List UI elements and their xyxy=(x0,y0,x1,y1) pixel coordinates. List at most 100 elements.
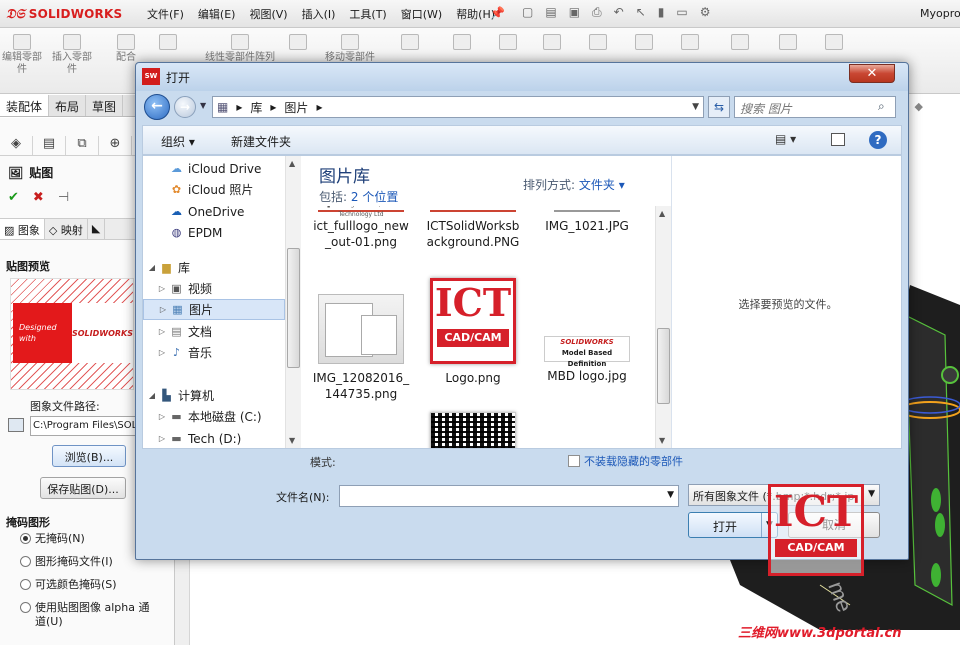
ribbon-button-11[interactable] xyxy=(576,34,620,52)
recent-locations-icon[interactable]: ▼ xyxy=(200,101,206,110)
address-bar[interactable]: ▦ ▸ 库 ▸ 图片 ▸ ▼ xyxy=(212,96,704,118)
scroll-thumb[interactable] xyxy=(287,248,300,368)
subtab-lighting[interactable]: ◣ xyxy=(88,219,106,239)
tab-assembly[interactable]: 装配体 xyxy=(0,95,50,116)
save-decal-button[interactable]: 保存贴图(D)... xyxy=(40,477,126,499)
options-icon[interactable]: ⚙ xyxy=(700,5,711,20)
arrange-by-dropdown[interactable]: 文件夹 ▾ xyxy=(579,178,625,192)
ribbon-button-3[interactable] xyxy=(146,34,190,52)
insert-component-button[interactable]: 插入零部件 xyxy=(50,34,94,76)
select-icon[interactable]: ↖ xyxy=(636,5,646,20)
collapse-arrow-icon[interactable]: ◢ xyxy=(147,391,157,400)
ok-check-icon[interactable]: ✔ xyxy=(8,190,19,205)
nav-item-music[interactable]: ▷ ♪ 音乐 xyxy=(143,342,285,363)
expand-arrow-icon[interactable]: ▷ xyxy=(158,305,168,314)
ribbon-button-16[interactable] xyxy=(812,34,856,52)
nav-item-computer[interactable]: ◢ ▙ 计算机 xyxy=(143,385,285,406)
radio[interactable] xyxy=(20,556,31,567)
print-icon[interactable]: ⎙ xyxy=(592,5,602,20)
new-icon[interactable]: ▢ xyxy=(522,5,533,20)
expand-arrow-icon[interactable]: ▷ xyxy=(157,284,167,293)
ribbon-button-12[interactable] xyxy=(622,34,666,52)
back-button[interactable]: ← xyxy=(144,94,170,120)
scroll-thumb[interactable] xyxy=(657,328,670,404)
subtab-image[interactable]: ▨ 图象 xyxy=(0,219,45,239)
expand-arrow-icon[interactable]: ▷ xyxy=(157,327,167,336)
search-icon[interactable]: ⌕ xyxy=(878,99,885,114)
display-style-icon[interactable]: ◆ xyxy=(914,100,922,113)
filename-dropdown-icon[interactable]: ▼ xyxy=(667,490,674,500)
file-item[interactable]: ICTSolidWorksbackground.PNG xyxy=(423,206,523,250)
file-item[interactable]: ▌ Intelligent CAD/CAM Technology Ltd ict… xyxy=(311,206,411,250)
ribbon-button-8[interactable] xyxy=(440,34,484,52)
collapse-arrow-icon[interactable]: ◢ xyxy=(147,263,157,272)
ribbon-button-7[interactable] xyxy=(388,34,432,52)
tab-sketch[interactable]: 草图 xyxy=(86,95,124,116)
file-item[interactable]: IMG_1021.JPG xyxy=(537,206,637,234)
preview-pane-icon[interactable] xyxy=(831,133,845,146)
menu-insert[interactable]: 插入(I) xyxy=(295,6,343,22)
nav-item-local-disk-c[interactable]: ▷ ▬ 本地磁盘 (C:) xyxy=(143,406,285,427)
breadcrumb-separator-icon[interactable]: ▸ xyxy=(236,100,242,114)
organize-menu[interactable]: 组织 ▾ xyxy=(161,133,195,150)
menu-view[interactable]: 视图(V) xyxy=(242,6,294,22)
dimxpert-icon[interactable]: ⊕ xyxy=(99,136,132,155)
nav-item-documents[interactable]: ▷ ▤ 文档 xyxy=(143,321,285,342)
subtab-mapping[interactable]: ◇ 映射 xyxy=(45,219,88,239)
checkbox[interactable] xyxy=(568,455,580,467)
menu-file[interactable]: 文件(F) xyxy=(140,6,191,22)
configuration-manager-icon[interactable]: ⧉ xyxy=(66,136,99,155)
file-item[interactable]: ICT CAD/CAM Logo.png xyxy=(423,278,523,386)
breadcrumb-separator-icon[interactable]: ▸ xyxy=(270,100,276,114)
scroll-down-icon[interactable]: ▼ xyxy=(659,436,665,445)
feature-tree-icon[interactable]: ◈ xyxy=(0,136,33,155)
nav-item-tech-d[interactable]: ▷ ▬ Tech (D:) xyxy=(143,428,285,448)
nav-item-onedrive[interactable]: ☁ OneDrive xyxy=(143,201,285,222)
mask-option-alpha[interactable]: 使用贴图图像 alpha 通道(U) xyxy=(20,601,160,629)
close-button[interactable]: ✕ xyxy=(849,64,895,83)
search-input[interactable]: 搜索 图片 xyxy=(734,96,896,118)
ribbon-button-13[interactable] xyxy=(668,34,712,52)
change-view-icon[interactable]: ▤ ▾ xyxy=(775,132,796,146)
edit-component-button[interactable]: 编辑零部件 xyxy=(0,34,44,76)
expand-arrow-icon[interactable]: ▷ xyxy=(157,348,167,357)
radio[interactable] xyxy=(20,602,31,613)
property-manager-icon[interactable]: ▤ xyxy=(33,136,66,155)
pushpin-icon[interactable]: ⊣ xyxy=(58,190,69,205)
nav-item-epdm[interactable]: ◍ EPDM xyxy=(143,222,285,243)
radio-selected[interactable] xyxy=(20,533,31,544)
file-list-scrollbar[interactable]: ▲ ▼ xyxy=(655,206,671,448)
menu-window[interactable]: 窗口(W) xyxy=(394,6,449,22)
file-properties-icon[interactable]: ▭ xyxy=(676,5,687,20)
nav-item-libraries[interactable]: ◢ ▆ 库 xyxy=(143,257,285,278)
help-icon[interactable]: ? xyxy=(869,131,887,149)
menu-tools[interactable]: 工具(T) xyxy=(342,6,393,22)
ribbon-button-15[interactable] xyxy=(766,34,810,52)
scroll-down-icon[interactable]: ▼ xyxy=(289,436,295,445)
save-icon[interactable]: ▣ xyxy=(569,5,580,20)
linear-pattern-button[interactable]: 线性零部件阵列 xyxy=(200,34,280,64)
mate-button[interactable]: 配合 xyxy=(104,34,148,64)
breadcrumb-library[interactable]: 库 xyxy=(250,99,262,116)
open-icon[interactable]: ▤ xyxy=(545,5,556,20)
locations-link[interactable]: 2 个位置 xyxy=(351,190,398,204)
refresh-button[interactable]: ⇆ xyxy=(708,96,730,118)
new-folder-button[interactable]: 新建文件夹 xyxy=(231,133,291,150)
ribbon-button-5[interactable] xyxy=(276,34,320,52)
expand-arrow-icon[interactable]: ▷ xyxy=(157,412,167,421)
radio[interactable] xyxy=(20,579,31,590)
undo-icon[interactable]: ↶ xyxy=(614,5,624,20)
navigation-scrollbar[interactable]: ▲ ▼ xyxy=(285,156,301,448)
file-item[interactable]: IMG_12082016_144735.png xyxy=(311,294,411,402)
cancel-x-icon[interactable]: ✖ xyxy=(33,190,44,205)
ribbon-button-10[interactable] xyxy=(530,34,574,52)
nav-item-videos[interactable]: ▷ ▣ 视频 xyxy=(143,278,285,299)
file-type-dropdown-icon[interactable]: ▼ xyxy=(868,489,875,499)
open-button[interactable]: 打开 ▼ xyxy=(688,512,778,538)
forward-button[interactable]: → xyxy=(174,96,196,118)
move-component-button[interactable]: 移动零部件 xyxy=(318,34,382,64)
skip-hidden-components-checkbox[interactable]: 不装载隐藏的零部件 xyxy=(568,453,683,469)
address-dropdown-icon[interactable]: ▼ xyxy=(692,102,699,112)
ribbon-button-14[interactable] xyxy=(718,34,762,52)
image-path-field[interactable]: C:\Program Files\SOLIDWORKS xyxy=(30,416,140,436)
